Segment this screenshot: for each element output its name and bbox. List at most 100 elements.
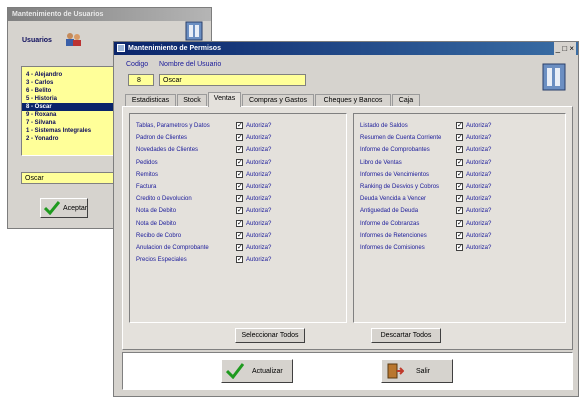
permission-checkbox-label: Autoriza? — [466, 184, 492, 190]
permission-name: Nota de Debito — [136, 220, 177, 227]
permission-name: Informe de Comprobantes — [360, 147, 430, 154]
select-all-button[interactable]: Seleccionar Todos — [235, 328, 305, 343]
permission-row: Factura ✓ Autoriza? — [136, 183, 336, 194]
tab-ventas[interactable]: Ventas — [208, 92, 241, 107]
permission-checkbox[interactable]: ✓ — [236, 183, 243, 190]
permission-checkbox[interactable]: ✓ — [456, 219, 463, 227]
permission-row: Anulacion de Comprobante ✓ Autoriza? — [136, 244, 336, 255]
permission-checkbox[interactable]: ✓ — [456, 244, 463, 251]
accept-button[interactable]: Aceptar — [40, 198, 88, 218]
permissions-window-titlebar[interactable]: Mantenimiento de Permisos — [114, 42, 578, 55]
tab-estadisticas[interactable]: Estadisticas — [125, 94, 176, 106]
permission-row: Remitos ✓ Autoriza? — [136, 170, 336, 182]
permissions-window: Mantenimiento de Permisos _ □ × Codigo N… — [113, 41, 579, 397]
permission-row: Pedidos ✓ Autoriza? — [136, 158, 336, 170]
exit-button[interactable]: Salir — [381, 359, 453, 383]
tab-stock[interactable]: Stock — [177, 94, 207, 106]
nombre-label: Nombre del Usuario — [159, 61, 222, 68]
permission-row: Informes de Comisiones ✓ Autoriza? — [360, 244, 560, 255]
right-permissions-panel: Listado de Saldos ✓ Autoriza? Resumen de Cu… — [353, 113, 566, 323]
permission-checkbox[interactable]: ✓ — [236, 122, 243, 129]
permission-name: Informes de Retenciones — [360, 232, 427, 239]
permission-row: Resumen de Cuenta Corriente ✓ Autoriza? — [360, 134, 560, 145]
permission-row: Deuda Vencida a Vencer ✓ Autoriza? — [360, 195, 560, 206]
permission-checkbox[interactable]: ✓ — [456, 134, 463, 142]
deselect-all-button[interactable]: Descartar Todos — [371, 328, 441, 343]
permission-checkbox[interactable]: ✓ — [236, 256, 243, 264]
permission-name: Tablas, Parametros y Datos — [136, 123, 210, 129]
exit-button-label: Salir — [416, 368, 431, 375]
tab-caja[interactable]: Caja — [392, 94, 420, 106]
permission-row: Recibo de Cobro ✓ Autoriza? — [136, 231, 336, 243]
permission-row: Tablas, Parametros y Datos ✓ Autoriza? — [136, 122, 336, 133]
permission-name: Precios Especiales — [136, 257, 187, 264]
nombre-field[interactable]: Oscar — [159, 74, 306, 86]
exit-door-icon — [386, 363, 405, 381]
permission-checkbox-label: Autoriza? — [246, 208, 272, 215]
minimize-icon[interactable]: _ — [556, 44, 560, 53]
permission-row: Precios Especiales ✓ Autoriza? — [136, 256, 336, 267]
permission-name: Anulacion de Comprobante — [136, 245, 209, 251]
permission-checkbox[interactable]: ✓ — [456, 183, 463, 190]
permission-checkbox[interactable]: ✓ — [236, 146, 243, 154]
left-permissions-panel: Tablas, Parametros y Datos ✓ Autoriza? Padr… — [129, 113, 347, 323]
permission-checkbox-label: Autoriza? — [246, 147, 272, 154]
permission-checkbox[interactable]: ✓ — [236, 134, 243, 142]
permission-checkbox[interactable]: ✓ — [236, 231, 243, 239]
permission-checkbox-label: Autoriza? — [246, 184, 272, 190]
permission-checkbox[interactable]: ✓ — [456, 231, 463, 239]
users-window-titlebar[interactable]: Mantenimiento de Usuarios — [8, 8, 211, 21]
permission-checkbox-label: Autoriza? — [246, 220, 272, 227]
users-label: Usuarios — [22, 37, 52, 44]
permission-checkbox[interactable]: ✓ — [236, 158, 243, 166]
codigo-label: Codigo — [126, 61, 149, 68]
window-controls: _ □ × — [553, 42, 576, 55]
permission-row: Informe de Comprobantes ✓ Autoriza? — [360, 146, 560, 157]
close-icon[interactable]: × — [569, 44, 574, 53]
permission-checkbox[interactable]: ✓ — [236, 244, 243, 251]
permission-checkbox[interactable]: ✓ — [456, 207, 463, 215]
codigo-field[interactable]: 8 — [128, 74, 154, 86]
permission-checkbox[interactable]: ✓ — [456, 158, 463, 166]
permission-row: Nota de Debito ✓ Autoriza? — [136, 219, 336, 231]
check-icon — [43, 201, 61, 217]
maximize-icon[interactable]: □ — [562, 44, 567, 53]
permission-name: Nota de Debito — [136, 208, 177, 215]
permission-name: Recibo de Cobro — [136, 232, 182, 239]
permission-row: Informe de Cobranzas ✓ Autoriza? — [360, 219, 560, 231]
window-title: Mantenimiento de Permisos — [128, 45, 221, 52]
permission-name: Ranking de Desvios y Cobros — [360, 184, 440, 190]
permission-checkbox[interactable]: ✓ — [456, 146, 463, 154]
permission-checkbox-label: Autoriza? — [466, 159, 492, 166]
permission-checkbox[interactable]: ✓ — [236, 195, 243, 203]
permission-checkbox[interactable]: ✓ — [456, 170, 463, 178]
permission-checkbox-label: Autoriza? — [246, 257, 272, 264]
permission-checkbox-label: Autoriza? — [466, 196, 492, 203]
permission-checkbox-label: Autoriza? — [246, 159, 272, 166]
permission-checkbox[interactable]: ✓ — [236, 170, 243, 178]
back-window-app-icon — [184, 20, 204, 42]
users-icon — [64, 31, 82, 47]
permission-checkbox-label: Autoriza? — [466, 135, 492, 142]
permission-checkbox[interactable]: ✓ — [236, 219, 243, 227]
tab-compras-y-gastos[interactable]: Compras y Gastos — [242, 94, 314, 106]
permission-row: Nota de Debito ✓ Autoriza? — [136, 207, 336, 218]
update-button[interactable]: Actualizar — [221, 359, 293, 383]
permission-name: Libro de Ventas — [360, 159, 402, 166]
permission-checkbox-label: Autoriza? — [466, 232, 492, 239]
permission-name: Deuda Vencida a Vencer — [360, 196, 427, 203]
permission-name: Factura — [136, 184, 157, 190]
update-button-label: Actualizar — [252, 368, 283, 375]
permission-row: Informes de Retenciones ✓ Autoriza? — [360, 231, 560, 243]
permission-row: Ranking de Desvios y Cobros ✓ Autoriza? — [360, 183, 560, 194]
permission-row: Padron de Clientes ✓ Autoriza? — [136, 134, 336, 145]
permission-checkbox[interactable]: ✓ — [456, 122, 463, 129]
permission-name: Credito o Devolucion — [136, 196, 192, 203]
permission-checkbox-label: Autoriza? — [466, 208, 492, 215]
permission-name: Remitos — [136, 171, 159, 178]
permission-checkbox[interactable]: ✓ — [236, 207, 243, 215]
permission-checkbox[interactable]: ✓ — [456, 195, 463, 203]
permission-name: Padron de Clientes — [136, 135, 188, 142]
permission-name: Informes de Vencimientos — [360, 171, 430, 178]
tab-cheques-y-bancos[interactable]: Cheques y Bancos — [315, 94, 391, 106]
